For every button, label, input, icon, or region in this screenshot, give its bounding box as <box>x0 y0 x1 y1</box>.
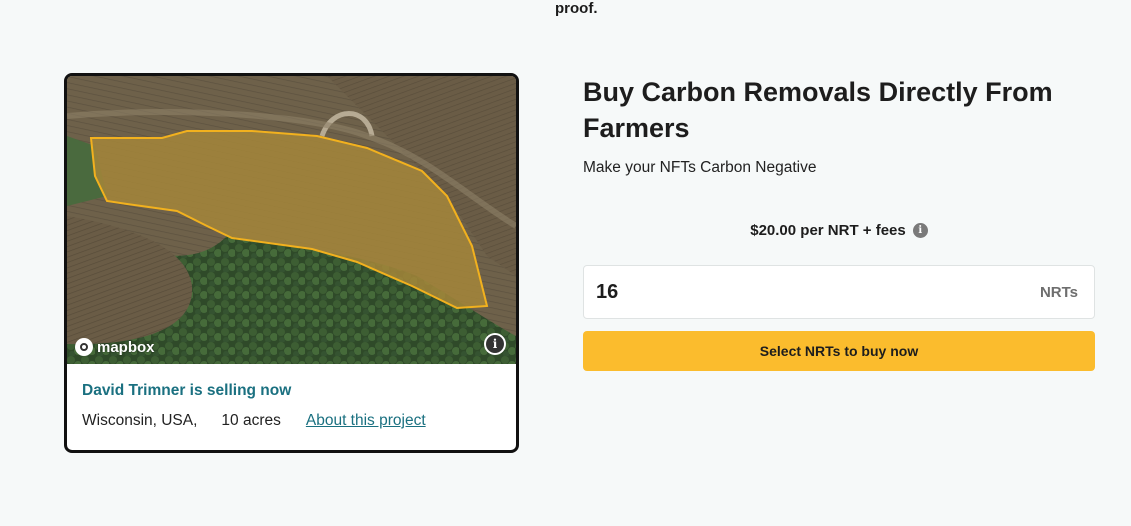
mapbox-logo-icon <box>75 338 93 356</box>
mapbox-attribution[interactable]: mapbox <box>75 338 155 356</box>
info-icon[interactable]: i <box>912 223 928 238</box>
map-info-icon[interactable]: i <box>484 333 506 355</box>
page-title: Buy Carbon Removals Directly From Farmer… <box>583 77 1053 143</box>
page-text-fragment: proof. <box>555 0 598 17</box>
satellite-map-image <box>67 76 516 364</box>
quantity-unit: NRTs <box>1039 283 1078 301</box>
price-row: $20.00 per NRT + fees i <box>583 222 1095 239</box>
price-label: $20.00 per NRT + fees <box>750 222 906 239</box>
project-details: Wisconsin, USA, 10 acres About this proj… <box>82 412 500 430</box>
page-subtitle: Make your NFTs Carbon Negative <box>583 159 817 176</box>
quantity-value[interactable]: 16 <box>596 281 618 304</box>
buy-button[interactable]: Select NRTs to buy now <box>583 331 1095 371</box>
purchase-panel: Buy Carbon Removals Directly From Farmer… <box>583 74 1095 371</box>
project-map[interactable]: mapbox i <box>67 76 516 364</box>
seller-heading: David Trimner is selling now <box>82 382 292 399</box>
project-location: Wisconsin, USA, <box>82 412 198 429</box>
about-project-link[interactable]: About this project <box>306 412 426 430</box>
project-card: mapbox i David Trimner is selling now Wi… <box>64 73 519 453</box>
quantity-input[interactable]: 16 NRTs <box>583 265 1095 319</box>
project-acreage: 10 acres <box>221 412 281 429</box>
mapbox-label: mapbox <box>97 338 155 356</box>
